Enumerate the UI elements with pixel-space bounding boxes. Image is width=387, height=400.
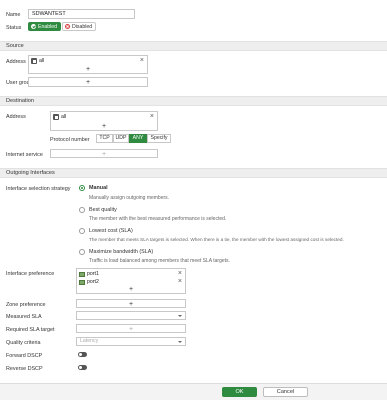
remove-icon[interactable]: × xyxy=(150,113,154,120)
interface-chip-port2: port2 xyxy=(79,279,99,285)
quality-criteria-value: Latency xyxy=(80,338,99,344)
strategy-best-quality-desc: The member with the best measured perfor… xyxy=(89,216,227,222)
destination-section-header: Destination xyxy=(0,96,387,106)
port-icon xyxy=(79,279,85,285)
add-icon[interactable]: + xyxy=(77,326,185,333)
protocol-specify-button[interactable]: Specify xyxy=(147,134,171,143)
status-disabled-button[interactable]: Disabled xyxy=(62,22,97,31)
ok-button[interactable]: OK xyxy=(222,387,257,397)
add-icon[interactable]: + xyxy=(77,286,185,293)
quality-criteria-select[interactable]: Latency xyxy=(76,337,186,346)
strategy-lowest-cost-desc: The member that meets SLA targets is sel… xyxy=(89,237,344,242)
source-address-field[interactable]: all × + xyxy=(28,55,148,74)
check-circle-icon xyxy=(31,24,36,29)
required-sla-field[interactable]: + xyxy=(76,324,186,333)
status-label: Status xyxy=(6,25,22,31)
internet-service-field[interactable]: + xyxy=(50,149,158,158)
interface-chip-port2-label: port2 xyxy=(87,279,99,285)
strategy-manual-radio[interactable] xyxy=(79,185,85,191)
strategy-lowest-cost-radio[interactable] xyxy=(79,228,85,234)
strategy-max-bandwidth-title: Maximize bandwidth (SLA) xyxy=(89,249,154,255)
protocol-any-button[interactable]: ANY xyxy=(129,134,147,143)
required-sla-label: Required SLA target xyxy=(6,327,55,333)
status-enabled-label: Enabled xyxy=(38,23,58,30)
remove-icon[interactable]: × xyxy=(140,57,144,64)
destination-address-label: Address xyxy=(6,114,26,120)
name-label: Name xyxy=(6,12,21,18)
strategy-best-quality-title: Best quality xyxy=(89,207,117,213)
port-icon xyxy=(79,271,85,277)
strategy-max-bandwidth-desc: Traffic is load balanced among members t… xyxy=(89,258,230,264)
interface-preference-label: Interface preference xyxy=(6,271,55,277)
interface-preference-field[interactable]: port1 × port2 × + xyxy=(76,268,186,294)
measured-sla-label: Measured SLA xyxy=(6,314,42,320)
reverse-dscp-toggle[interactable] xyxy=(78,365,87,370)
add-icon[interactable]: + xyxy=(77,301,185,308)
forward-dscp-label: Forward DSCP xyxy=(6,353,43,359)
strategy-label: Interface selection strategy xyxy=(6,186,71,192)
internet-service-label: Internet service xyxy=(6,152,43,158)
source-section-header: Source xyxy=(0,41,387,51)
status-enabled-button[interactable]: Enabled xyxy=(28,22,62,31)
source-address-chip: all xyxy=(31,58,44,64)
interface-chip-port1: port1 xyxy=(79,271,99,277)
add-icon[interactable]: + xyxy=(29,79,147,86)
remove-icon[interactable]: × xyxy=(178,270,182,277)
zone-preference-field[interactable]: + xyxy=(76,299,186,308)
chevron-down-icon xyxy=(178,314,182,317)
strategy-manual-title: Manual xyxy=(89,185,108,191)
x-circle-icon xyxy=(65,24,70,29)
reverse-dscp-label: Reverse DSCP xyxy=(6,366,43,372)
outgoing-section-header: Outgoing Interfaces xyxy=(0,168,387,178)
cancel-button[interactable]: Cancel xyxy=(263,387,308,397)
source-address-chip-label: all xyxy=(39,58,45,64)
name-input[interactable]: SDWANTEST xyxy=(28,9,135,19)
forward-dscp-toggle[interactable] xyxy=(78,352,87,357)
zone-preference-label: Zone preference xyxy=(6,302,46,308)
dialog-footer: OK Cancel xyxy=(0,383,387,400)
strategy-max-bandwidth-radio[interactable] xyxy=(79,249,85,255)
source-address-label: Address xyxy=(6,59,26,65)
strategy-manual-desc: Manually assign outgoing members. xyxy=(89,195,170,201)
address-icon xyxy=(31,58,37,64)
quality-criteria-label: Quality criteria xyxy=(6,340,41,346)
status-disabled-label: Disabled xyxy=(72,23,93,30)
measured-sla-select[interactable] xyxy=(76,311,186,320)
chevron-down-icon xyxy=(178,340,182,343)
user-group-field[interactable]: + xyxy=(28,77,148,87)
strategy-best-quality-radio[interactable] xyxy=(79,207,85,213)
add-icon[interactable]: + xyxy=(29,66,147,73)
destination-address-chip-label: all xyxy=(61,114,67,120)
destination-address-chip: all xyxy=(53,114,66,120)
add-icon[interactable]: + xyxy=(51,123,157,130)
strategy-lowest-cost-title: Lowest cost (SLA) xyxy=(89,228,133,234)
destination-address-field[interactable]: all × + xyxy=(50,111,158,131)
address-icon xyxy=(53,114,59,120)
protocol-tcp-button[interactable]: TCP xyxy=(96,134,113,143)
add-icon[interactable]: + xyxy=(51,151,157,158)
protocol-udp-button[interactable]: UDP xyxy=(113,134,129,143)
protocol-number-label: Protocol number xyxy=(50,137,90,143)
interface-chip-port1-label: port1 xyxy=(87,271,99,277)
remove-icon[interactable]: × xyxy=(178,278,182,285)
